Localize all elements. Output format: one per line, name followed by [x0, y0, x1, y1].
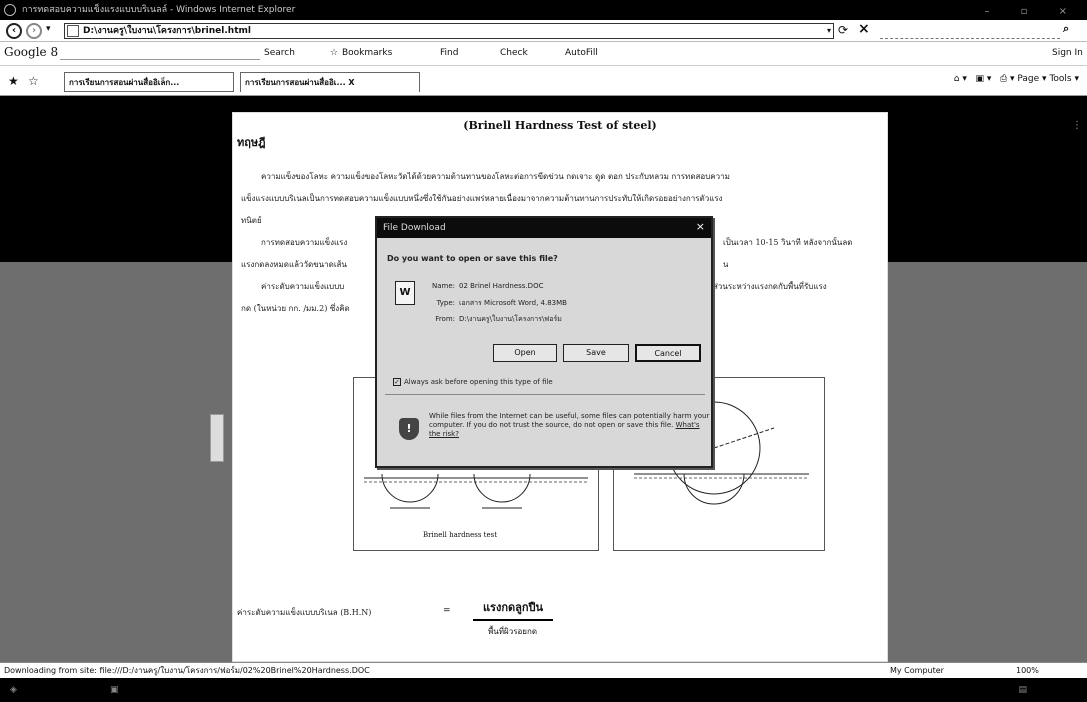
paragraph-3-line-1: ค่าระดับความแข็งแบบบ	[261, 282, 345, 291]
page-menu[interactable]: Page	[1017, 74, 1039, 84]
google-toolbar: Google 8 Search ☆ Bookmarks Find Check A…	[0, 42, 1087, 66]
zoom-level[interactable]: 100%	[1016, 663, 1039, 678]
check-button[interactable]: Check	[500, 48, 528, 58]
window-title: การทดสอบความแข็งแรงแบบบริเนลล์ - Windows…	[22, 5, 296, 15]
taskbar-item-icon[interactable]: ▣	[110, 678, 119, 702]
formula-denominator: พื้นที่ผิวรอยกด	[488, 627, 538, 636]
paragraph-3-line-2: กด (ในหน่วย กก. /มม.2) ซึ่งคิด	[241, 304, 350, 313]
stop-icon[interactable]: ×	[858, 21, 870, 37]
google-search-button[interactable]: Search	[264, 48, 295, 58]
address-toolbar: ‹ › ▾ D:\งานครู\ใบงาน\โครงการ\brinel.htm…	[0, 20, 1087, 42]
section-heading: ทฤษฎี	[237, 136, 266, 149]
file-from-value: D:\งานครู\ใบงาน\โครงการ\ฟอร์ม	[459, 315, 562, 323]
system-tray: ▤	[1018, 685, 1027, 695]
google-search-input[interactable]	[60, 46, 260, 60]
paragraph-2-line-2-tail: น	[723, 260, 729, 269]
paragraph-3-tail: ส่วนระหว่างแรงกดกับพื้นที่รับแรง	[713, 282, 827, 291]
dialog-separator	[385, 394, 705, 395]
address-input[interactable]: D:\งานครู\ใบงาน\โครงการ\brinel.html ▾	[64, 23, 834, 39]
file-type-value: เอกสาร Microsoft Word, 4.83MB	[459, 299, 567, 307]
paragraph-1-line-3: ทนิตย์	[241, 216, 262, 225]
google-logo[interactable]: Google 8	[4, 45, 58, 59]
word-document-icon: W	[395, 281, 415, 305]
start-button[interactable]: ◈	[10, 678, 17, 702]
security-warning-text: While files from the Internet can be use…	[429, 412, 710, 429]
always-ask-checkbox[interactable]: ✓ Always ask before opening this type of …	[393, 378, 553, 386]
cancel-button[interactable]: Cancel	[635, 344, 701, 362]
formula-label: ค่าระดับความแข็งแบบบริเนล (B.H.N)	[237, 608, 372, 617]
paragraph-2-tail: เป็นเวลา 10-15 วินาที หลังจากนั้นลด	[723, 238, 853, 247]
always-ask-label: Always ask before opening this type of f…	[404, 378, 553, 386]
forward-button-icon[interactable]: ›	[26, 23, 42, 39]
address-url: D:\งานครู\ใบงาน\โครงการ\brinel.html	[83, 26, 251, 36]
file-from-label: From:	[435, 315, 455, 323]
tab-1[interactable]: การเรียนการสอนผ่านสื่ออิเล็ก...	[64, 72, 234, 92]
file-name-value: 02 Brinel Hardness.DOC	[459, 282, 544, 290]
file-type-row: Type: เอกสาร Microsoft Word, 4.83MB	[417, 298, 567, 309]
formula-equals: =	[443, 606, 451, 616]
file-from-row: From: D:\งานครู\ใบงาน\โครงการ\ฟอร์ม	[417, 314, 562, 325]
open-button[interactable]: Open	[493, 344, 557, 362]
save-button[interactable]: Save	[563, 344, 629, 362]
live-search-input[interactable]	[880, 23, 1060, 39]
file-name-row: Name: 02 Brinel Hardness.DOC	[417, 282, 544, 290]
refresh-icon[interactable]: ⟳	[838, 23, 848, 37]
window-title-bar: การทดสอบความแข็งแรงแบบบริเนลล์ - Windows…	[0, 0, 1087, 20]
print-icon[interactable]: ⎙	[1000, 74, 1007, 84]
page-icon	[67, 25, 79, 37]
taskbar: ◈ ▣ ▤	[0, 678, 1087, 702]
document-title: (Brinell Hardness Test of steel)	[463, 119, 657, 132]
history-dropdown-icon[interactable]: ▾	[46, 24, 51, 34]
address-dropdown-icon[interactable]: ▾	[827, 24, 831, 38]
security-zone: My Computer	[890, 666, 944, 675]
add-favorites-icon[interactable]: ☆	[28, 74, 39, 88]
dialog-question: Do you want to open or save this file?	[387, 254, 558, 263]
status-text: Downloading from site: file:///D:/งานครู…	[4, 666, 370, 675]
file-type-label: Type:	[436, 299, 455, 307]
sign-in-button[interactable]: Sign In	[1052, 48, 1083, 58]
tools-menu[interactable]: Tools	[1049, 74, 1071, 84]
side-decoration	[210, 414, 224, 462]
find-button[interactable]: Find	[440, 48, 458, 58]
command-bar: ⌂ ▾ ▣ ▾ ⎙ ▾ Page ▾ Tools ▾	[953, 74, 1079, 84]
paragraph-2-line-2: แรงกดลงหมดแล้ววัดขนาดเส้น	[241, 260, 347, 269]
checkbox-checked-icon[interactable]: ✓	[393, 378, 401, 386]
scroll-indicator: ⋮	[1072, 120, 1082, 131]
ie-icon	[4, 4, 16, 16]
status-bar: Downloading from site: file:///D:/งานครู…	[0, 662, 1087, 678]
dialog-title: File Download	[383, 223, 446, 233]
paragraph-1-line-1: ความแข็งของโลหะ ความแข็งของโลหะวัดได้ด้ว…	[261, 172, 730, 181]
figure-caption: Brinell hardness test	[423, 531, 498, 539]
dialog-title-bar: File Download ×	[377, 218, 711, 238]
file-download-dialog: File Download × Do you want to open or s…	[375, 216, 713, 468]
bookmarks-button[interactable]: Bookmarks	[342, 48, 392, 58]
formula-numerator: แรงกดลูกปืน	[473, 598, 553, 621]
tab-row: ★ ☆ การเรียนการสอนผ่านสื่ออิเล็ก... การเ…	[0, 66, 1087, 96]
window-controls[interactable]: – ▫ ×	[984, 2, 1081, 22]
tab-2-active[interactable]: การเรียนการสอนผ่านสื่ออิเ... X	[240, 72, 420, 92]
security-shield-icon: !	[399, 418, 419, 440]
bookmarks-icon[interactable]: ☆	[330, 48, 338, 58]
paragraph-1-line-2: แข็งแรงแบบบริเนลเป็นการทดสอบความแข็งแบบห…	[241, 194, 723, 203]
autofill-button[interactable]: AutoFill	[565, 48, 598, 58]
security-warning: While files from the Internet can be use…	[429, 412, 711, 439]
home-icon[interactable]: ⌂	[954, 74, 960, 84]
dialog-close-icon[interactable]: ×	[696, 218, 705, 236]
favorites-star-icon[interactable]: ★	[8, 74, 19, 88]
file-name-label: Name:	[431, 282, 455, 290]
search-icon[interactable]: ⌕	[1063, 22, 1069, 36]
paragraph-2-line-1: การทดสอบความแข็งแรง	[261, 238, 348, 247]
feeds-icon[interactable]: ▣	[975, 74, 984, 84]
back-button-icon[interactable]: ‹	[6, 23, 22, 39]
